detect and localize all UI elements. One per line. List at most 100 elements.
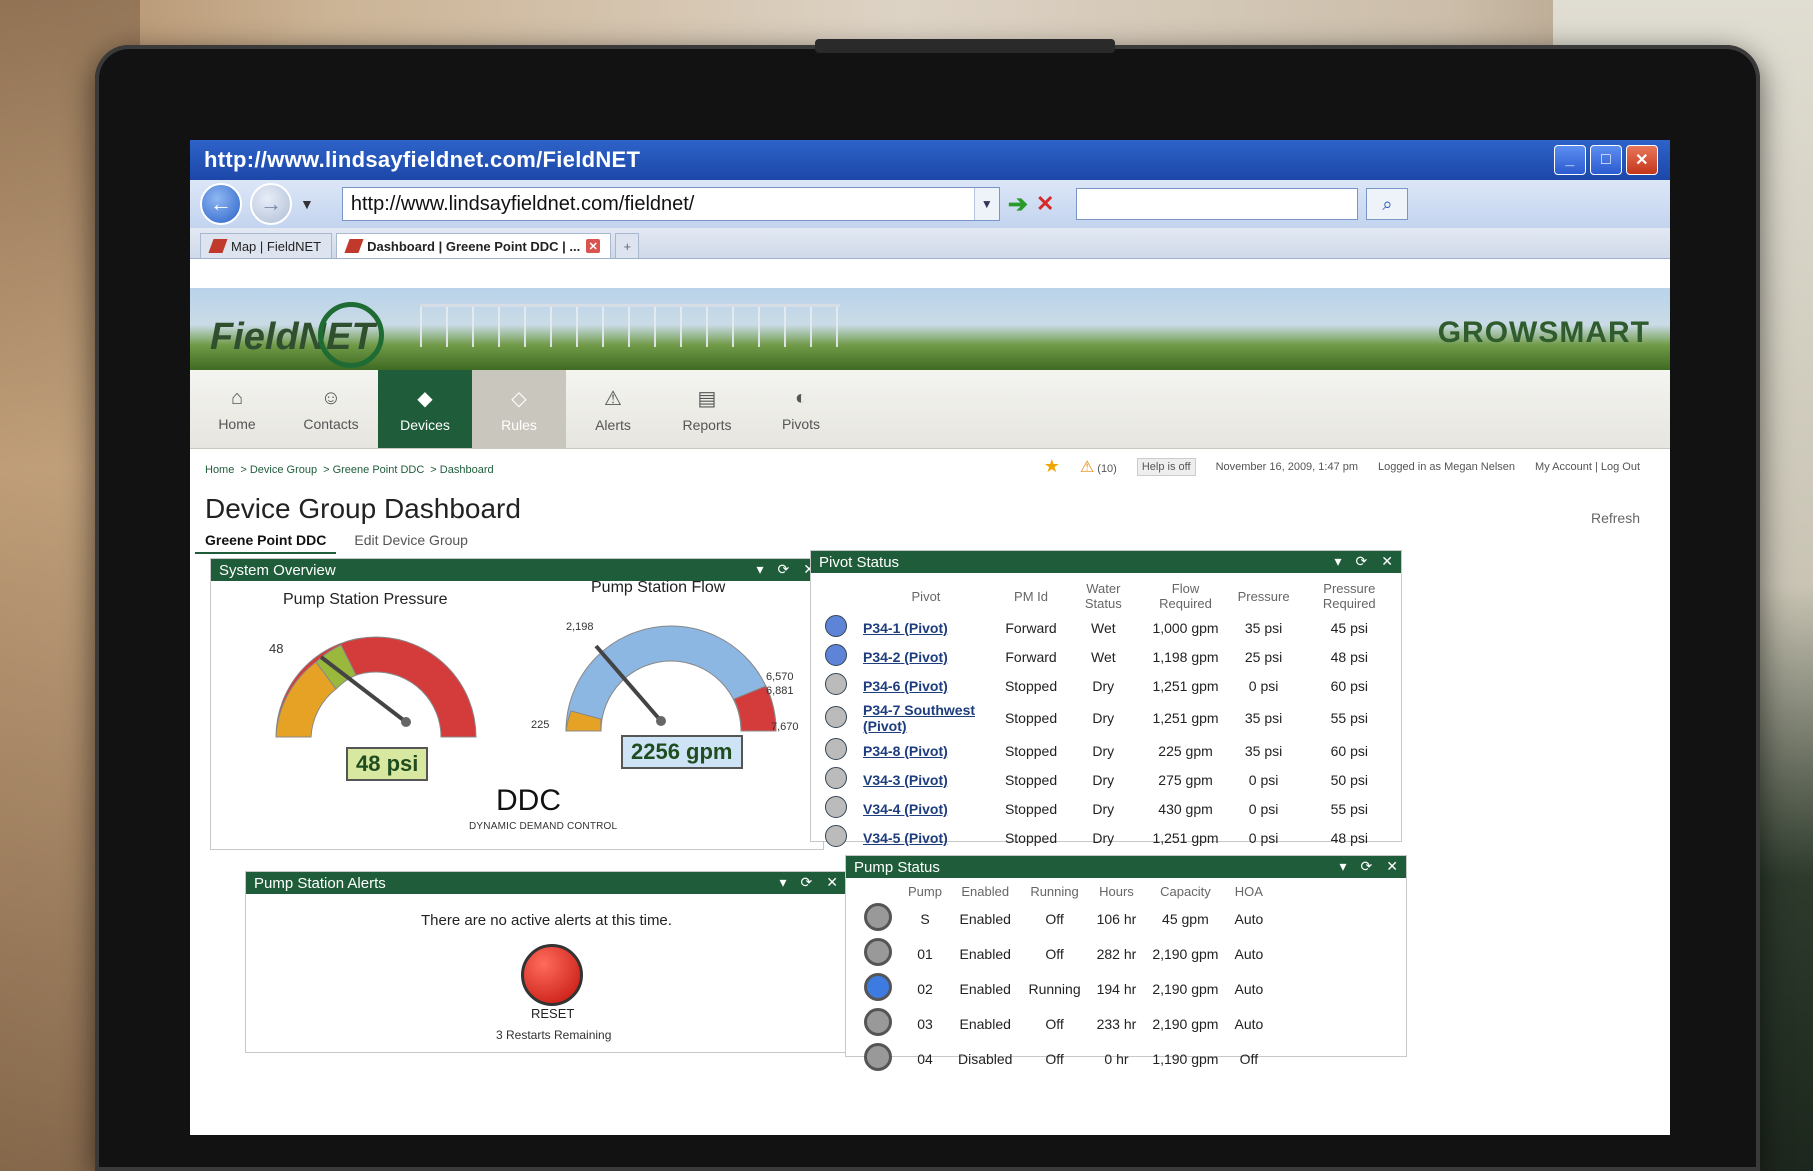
page-content: FieldNET GROWSMART ⌂ Home ☺ Contacts ◆ Devi… [190,288,1670,1135]
subtab-greene-point[interactable]: Greene Point DDC [195,528,337,554]
cell: Stopped [1004,771,1058,788]
pivot-icon [825,673,847,695]
pump-icon [864,1043,892,1071]
cell: Stopped [1004,829,1058,846]
col-water-status: Water Status [1084,581,1122,611]
table-row: P34-7 Southwest (Pivot) Stopped Dry 1,251 g… [817,700,1401,736]
reports-icon: ▤ [697,387,717,410]
cell: 02 [917,980,933,997]
pivot-link[interactable]: V34-3 (Pivot) [855,765,997,794]
refresh-link[interactable]: Refresh [1591,510,1640,526]
pivot-link[interactable]: V34-5 (Pivot) [855,823,997,852]
cell: Dry [1092,742,1115,759]
pivot-link[interactable]: P34-7 Southwest (Pivot) [855,700,997,736]
cell: Enabled [959,945,1011,962]
nav-home[interactable]: ⌂ Home [190,370,284,448]
panel-title: Pump Station Alerts [254,874,386,892]
favorite-star-icon[interactable]: ★ [1044,456,1060,477]
close-icon[interactable]: ✕ [826,874,838,891]
refresh-icon[interactable]: ⟳ [1356,553,1368,570]
subtab-edit-device-group[interactable]: Edit Device Group [344,528,478,554]
nav-pivots[interactable]: ◐ Pivots [754,370,848,448]
close-tab-icon[interactable]: ✕ [586,239,601,253]
cell: 25 psi [1244,648,1283,665]
warning-icon: ⚠ [1079,458,1095,476]
go-icon[interactable]: ➔ [1008,190,1028,219]
nav-label: Home [218,415,256,432]
system-overview-panel: System Overview ▾ ⟳ ✕ Pump Station Press… [210,558,824,850]
collapse-icon[interactable]: ▾ [1340,858,1347,875]
app-banner: FieldNET GROWSMART [190,288,1670,370]
browser-tabbar: Map | FieldNET Dashboard | Greene Point … [190,228,1670,259]
maximize-button[interactable]: □ [1590,145,1622,175]
breadcrumb-home[interactable]: Home [205,464,234,476]
subtabs: Greene Point DDC Edit Device Group [195,528,478,554]
back-button[interactable]: ← [200,183,242,225]
alerts-indicator[interactable]: ⚠ (10) [1080,457,1117,477]
panel-controls: ▾ ⟳ ✕ [1340,858,1399,875]
close-window-button[interactable]: ✕ [1626,145,1658,175]
pivot-link[interactable]: V34-4 (Pivot) [855,794,997,823]
panel-header: System Overview ▾ ⟳ ✕ [211,559,823,581]
fieldnet-favicon-icon [344,239,364,253]
collapse-icon[interactable]: ▾ [1335,553,1342,570]
nav-devices[interactable]: ◆ Devices [378,370,472,448]
laptop-frame: http://www.lindsayfieldnet.com/FieldNET … [95,39,1760,1171]
timestamp: November 16, 2009, 1:47 pm [1215,460,1359,473]
close-icon[interactable]: ✕ [1381,553,1393,570]
nav-label: Contacts [303,415,359,432]
panel-title: Pivot Status [819,553,900,571]
pivot-link[interactable]: P34-2 (Pivot) [855,642,997,671]
nav-rules[interactable]: ◇ Rules [472,370,566,448]
nav-reports[interactable]: ▤ Reports [660,370,754,448]
refresh-icon[interactable]: ⟳ [778,561,790,578]
ddc-subtitle: DYNAMIC DEMAND CONTROL [469,821,618,832]
search-input[interactable] [1076,188,1359,220]
cell: 1,000 gpm [1152,619,1219,636]
tab-map[interactable]: Map | FieldNET [200,233,333,258]
reset-button[interactable] [521,944,583,1006]
pivot-link[interactable]: P34-1 (Pivot) [855,613,997,642]
cell: Forward [1005,648,1057,665]
search-icon[interactable]: ⌕ [1366,188,1409,220]
cell: Dry [1092,710,1115,726]
breadcrumb-greene-point[interactable]: Greene Point DDC [333,464,425,476]
pivot-link[interactable]: P34-6 (Pivot) [855,671,997,700]
cell: Wet [1090,619,1116,636]
nav-label: Devices [400,416,450,433]
tab-dashboard[interactable]: Dashboard | Greene Point DDC | ... ✕ [336,233,612,258]
close-icon[interactable]: ✕ [1386,858,1398,875]
col-flow-required: Flow Required [1159,581,1212,611]
col-hours: Hours [1099,884,1134,899]
cell: Auto [1234,910,1264,927]
cell: Enabled [959,910,1011,927]
cell: Running [1028,980,1081,997]
table-row: V34-3 (Pivot) Stopped Dry 275 gpm 0 psi 50 ps… [817,765,1401,794]
collapse-icon[interactable]: ▾ [780,874,787,891]
refresh-icon[interactable]: ⟳ [801,874,813,891]
nav-alerts[interactable]: ⚠ Alerts [566,370,660,448]
breadcrumb-device-group[interactable]: Device Group [250,464,317,476]
cell: Disabled [957,1050,1013,1067]
refresh-icon[interactable]: ⟳ [1361,858,1373,875]
collapse-icon[interactable]: ▾ [757,561,764,578]
forward-button[interactable]: → [250,183,292,225]
address-dropdown-icon[interactable]: ▼ [973,188,999,220]
reset-label: RESET [531,1006,575,1021]
stop-icon[interactable]: ✕ [1036,191,1054,217]
pump-icon [864,1008,892,1036]
window-buttons: _ □ ✕ [1554,145,1658,175]
cell: 1,190 gpm [1152,1050,1219,1067]
cell: Stopped [1004,677,1058,694]
cell: 2,190 gpm [1152,945,1219,962]
history-dropdown-icon[interactable]: ▼ [300,196,314,212]
account-links[interactable]: My Account | Log Out [1535,461,1640,473]
pivot-link[interactable]: P34-8 (Pivot) [855,736,997,765]
minimize-button[interactable]: _ [1554,145,1586,175]
address-bar[interactable]: http://www.lindsayfieldnet.com/fieldnet/… [341,187,1000,221]
help-toggle[interactable]: Help is off [1136,457,1196,476]
new-tab-button[interactable]: + [615,233,640,258]
nav-contacts[interactable]: ☺ Contacts [284,370,378,448]
cell: 282 hr [1096,945,1137,962]
panel-header: Pump Station Alerts ▾ ⟳ ✕ [246,872,846,894]
